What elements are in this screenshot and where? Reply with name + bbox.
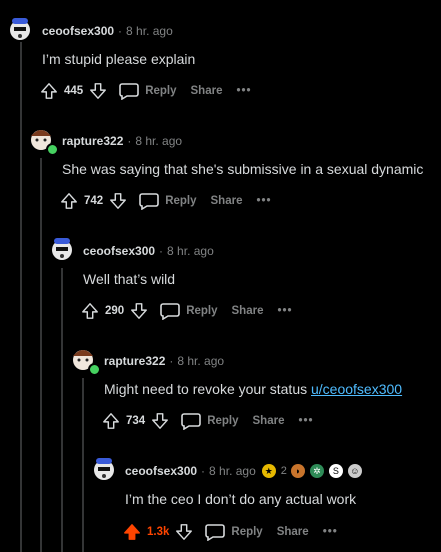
reply-label: Reply — [165, 195, 197, 207]
timestamp[interactable]: 8 hr. ago — [177, 354, 224, 368]
downvote-icon[interactable] — [149, 410, 171, 432]
avatar[interactable] — [68, 344, 101, 376]
wholesome-award-icon: ☺ — [347, 464, 362, 478]
reply-button[interactable]: Reply — [160, 302, 218, 320]
comment-body: Might need to revoke your status u/ceoof… — [104, 381, 402, 397]
downvote-icon[interactable] — [128, 300, 150, 322]
avatar[interactable] — [26, 124, 59, 156]
share-button[interactable]: Share — [232, 305, 264, 317]
vote-score: 742 — [84, 195, 104, 207]
share-button[interactable]: Share — [191, 85, 223, 97]
comment-icon — [205, 524, 226, 541]
online-indicator — [88, 363, 101, 376]
gold-award-icon: ★ — [261, 464, 276, 478]
more-options-button[interactable]: ••• — [277, 305, 292, 317]
online-indicator — [46, 143, 59, 156]
reply-button[interactable]: Reply — [181, 412, 239, 430]
vote-score: 290 — [105, 305, 125, 317]
username[interactable]: rapture322 — [62, 134, 123, 148]
upvote-icon[interactable] — [38, 80, 60, 102]
reply-button[interactable]: Reply — [205, 523, 263, 541]
thread-line[interactable] — [20, 42, 22, 552]
comment-icon — [119, 83, 139, 100]
silver-award-icon: S — [328, 464, 343, 478]
comment-text: Might need to revoke your status — [104, 381, 311, 397]
more-options-button[interactable]: ••• — [256, 195, 271, 207]
separator: · — [159, 244, 164, 258]
username[interactable]: ceoofsex300 — [125, 464, 197, 478]
comment-icon — [181, 413, 201, 430]
comment-body: She was saying that she's submissive in … — [62, 161, 424, 177]
reply-label: Reply — [145, 85, 177, 97]
user-mention-link[interactable]: u/ceoofsex300 — [311, 381, 402, 397]
separator: · — [127, 134, 132, 148]
reply-button[interactable]: Reply — [139, 192, 197, 210]
thread-line[interactable] — [40, 158, 42, 552]
award-count: 2 — [280, 465, 287, 477]
avatar[interactable] — [89, 454, 119, 484]
separator: · — [201, 464, 206, 478]
reply-label: Reply — [186, 305, 218, 317]
share-button[interactable]: Share — [211, 195, 243, 207]
comment-body: I’m stupid please explain — [42, 51, 196, 67]
downvote-icon[interactable] — [87, 80, 109, 102]
reply-label: Reply — [207, 415, 239, 427]
upvote-icon[interactable] — [121, 521, 143, 543]
more-options-button[interactable]: ••• — [298, 415, 313, 427]
vote-score: 1.3k — [147, 526, 170, 538]
downvote-icon[interactable] — [107, 190, 129, 212]
separator: · — [118, 24, 123, 38]
more-options-button[interactable]: ••• — [323, 526, 338, 538]
upvote-icon[interactable] — [79, 300, 101, 322]
more-options-button[interactable]: ••• — [236, 85, 251, 97]
avatar[interactable] — [47, 234, 77, 264]
snowman-award-icon: ✲ — [309, 464, 324, 478]
timestamp[interactable]: 8 hr. ago — [126, 24, 173, 38]
thread-line[interactable] — [61, 268, 63, 552]
comment-icon — [139, 193, 159, 210]
comment-body: Well that’s wild — [83, 271, 176, 287]
separator: · — [169, 354, 174, 368]
reply-label: Reply — [231, 526, 263, 538]
timestamp[interactable]: 8 hr. ago — [167, 244, 214, 258]
upvote-icon[interactable] — [58, 190, 80, 212]
username[interactable]: ceoofsex300 — [42, 24, 114, 38]
username[interactable]: ceoofsex300 — [83, 244, 155, 258]
share-button[interactable]: Share — [253, 415, 285, 427]
reply-button[interactable]: Reply — [119, 82, 177, 100]
awards[interactable]: ★ 2 ◗ ✲ S ☺ — [261, 464, 367, 478]
vote-score: 445 — [64, 85, 84, 97]
taco-award-icon: ◗ — [290, 464, 305, 478]
timestamp[interactable]: 8 hr. ago — [135, 134, 182, 148]
username[interactable]: rapture322 — [104, 354, 165, 368]
share-button[interactable]: Share — [277, 526, 309, 538]
thread-line[interactable] — [82, 378, 84, 552]
vote-score: 734 — [126, 415, 146, 427]
downvote-icon[interactable] — [173, 521, 195, 543]
comment-icon — [160, 303, 180, 320]
comment-body: I’m the ceo I don’t do any actual work — [125, 491, 357, 507]
upvote-icon[interactable] — [100, 410, 122, 432]
avatar[interactable] — [5, 14, 35, 44]
timestamp[interactable]: 8 hr. ago — [209, 464, 256, 478]
